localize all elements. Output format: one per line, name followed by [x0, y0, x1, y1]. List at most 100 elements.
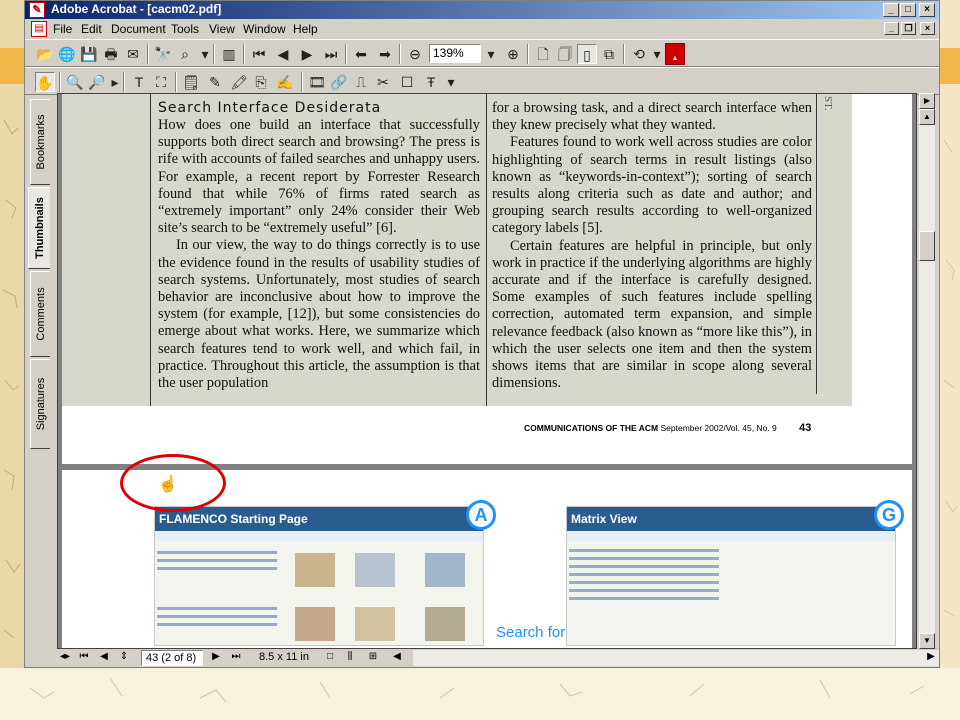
- menu-view[interactable]: View: [209, 22, 235, 36]
- link-tool-icon[interactable]: 🔗: [329, 72, 349, 92]
- zoom-out-tool-icon[interactable]: 🔎: [87, 72, 107, 92]
- last-page-icon[interactable]: ⏭: [321, 44, 341, 64]
- flamenco-screenshot: FLAMENCO Starting Page: [154, 506, 484, 646]
- fit-width-icon[interactable]: ▯: [577, 44, 597, 64]
- menu-help[interactable]: Help: [293, 22, 318, 36]
- desktop-pattern-right: [943, 139, 958, 617]
- zoom-level-field[interactable]: 139%: [429, 44, 481, 63]
- first-page-icon[interactable]: ⏮: [249, 44, 269, 64]
- minimize-button[interactable]: _: [883, 3, 899, 17]
- tab-signatures[interactable]: Signatures: [30, 359, 50, 449]
- rotate-view-icon[interactable]: ⟲: [629, 44, 649, 64]
- zoom-dropdown-icon[interactable]: ▾: [481, 44, 501, 64]
- status-next-page-icon[interactable]: ▶: [209, 650, 223, 666]
- continuous-page-icon[interactable]: ⫼: [343, 650, 357, 666]
- tab-thumbnails[interactable]: Thumbnails: [28, 187, 50, 269]
- rotate-dropdown-icon[interactable]: ▾: [647, 44, 667, 64]
- zoom-in-tool-icon[interactable]: 🔍: [65, 72, 85, 92]
- graphics-select-tool-icon[interactable]: ⛶: [151, 72, 171, 92]
- hand-tool-icon[interactable]: ✋: [35, 72, 55, 92]
- figure-caption: Search for: [496, 624, 566, 641]
- next-page-icon[interactable]: ▶: [297, 44, 317, 64]
- menu-bar: ▤ File Edit Document Tools View Window H…: [25, 19, 939, 39]
- status-zoom-icon[interactable]: ⇕: [117, 650, 131, 666]
- go-forward-icon[interactable]: ➡: [375, 44, 395, 64]
- single-page-icon[interactable]: □: [323, 650, 337, 666]
- paragraph: How does one build an interface that suc…: [158, 117, 480, 237]
- menu-edit[interactable]: Edit: [81, 22, 102, 36]
- open-icon[interactable]: 📂: [35, 44, 55, 64]
- status-first-page-icon[interactable]: ⏮: [77, 650, 91, 666]
- zoom-in-icon[interactable]: ⊕: [503, 44, 523, 64]
- page-size-readout: 8.5 x 11 in: [259, 651, 309, 663]
- highlight-tool-icon[interactable]: 🖍: [229, 72, 249, 92]
- save-icon[interactable]: 💾: [79, 44, 99, 64]
- figure-badge-g: G: [874, 500, 904, 530]
- scroll-down-arrow-icon[interactable]: ▼: [919, 633, 935, 649]
- web-capture-icon[interactable]: 🌐: [57, 44, 77, 64]
- article-tool-icon[interactable]: ⎍: [351, 72, 371, 92]
- continuous-facing-icon[interactable]: ⊞: [365, 650, 381, 666]
- menu-file[interactable]: File: [53, 22, 72, 36]
- adobe-logo-icon[interactable]: ▲: [665, 43, 685, 65]
- acrobat-app-icon[interactable]: ✎: [29, 2, 45, 18]
- page-number-field[interactable]: 43 (2 of 8): [141, 650, 203, 666]
- menu-window[interactable]: Window: [243, 22, 286, 36]
- document-icon[interactable]: ▤: [31, 21, 47, 37]
- scroll-up-arrow-icon[interactable]: ▲: [919, 109, 935, 125]
- note-tool-icon[interactable]: 🗒: [181, 72, 201, 92]
- fit-visible-icon[interactable]: ⧉: [599, 44, 619, 64]
- search-icon[interactable]: ⌕: [175, 44, 195, 64]
- dropdown-arrow-icon[interactable]: ▾: [195, 44, 215, 64]
- previous-page-icon[interactable]: ◀: [273, 44, 293, 64]
- find-icon[interactable]: 🔭: [153, 44, 173, 64]
- actual-size-icon[interactable]: 🗋: [533, 44, 553, 64]
- maximize-button[interactable]: □: [900, 3, 916, 17]
- split-toggle-icon[interactable]: ◂▸: [57, 650, 73, 666]
- matrix-view-screenshot: Matrix View: [566, 506, 896, 646]
- email-icon[interactable]: ✉: [123, 44, 143, 64]
- hand-cursor-icon: ☝: [158, 476, 178, 493]
- crop-tool-icon[interactable]: ✂: [373, 72, 393, 92]
- document-restore-button[interactable]: ❐: [901, 22, 916, 35]
- zoom-out-icon[interactable]: ⊖: [405, 44, 425, 64]
- scroll-left-arrow-icon[interactable]: ◀: [389, 650, 405, 666]
- scroll-right-arrow-icon[interactable]: ▶: [919, 93, 935, 109]
- digital-signature-icon[interactable]: ✍: [275, 72, 295, 92]
- status-last-page-icon[interactable]: ⏭: [229, 650, 243, 666]
- document-minimize-button[interactable]: _: [884, 22, 899, 35]
- status-previous-page-icon[interactable]: ◀: [97, 650, 111, 666]
- article-column-left: Search Interface Desiderata How does one…: [158, 100, 480, 392]
- pencil-tool-icon[interactable]: ✎: [205, 72, 225, 92]
- zoom-tool-dropdown-icon[interactable]: ▸: [105, 72, 125, 92]
- text-select-tool-icon[interactable]: T: [129, 72, 149, 92]
- figure-badge-a: A: [466, 500, 496, 530]
- touchup-text-tool-icon[interactable]: Ŧ: [421, 72, 441, 92]
- pdf-page-44: FLAMENCO Starting Page A Matrix View G S…: [62, 470, 912, 648]
- footer-journal: COMMUNICATIONS OF THE ACM: [524, 423, 659, 433]
- print-icon[interactable]: 🖶: [101, 44, 121, 64]
- tab-bookmarks[interactable]: Bookmarks: [30, 99, 50, 185]
- document-view[interactable]: ST. Search Interface Desiderata How does…: [57, 93, 917, 649]
- scroll-right-end-arrow-icon[interactable]: ▶: [923, 650, 939, 666]
- paragraph: Certain features are helpful in principl…: [492, 237, 812, 392]
- markup-tool-icon[interactable]: ⎘: [251, 72, 271, 92]
- touchup-dropdown-icon[interactable]: ▾: [441, 72, 461, 92]
- movie-tool-icon[interactable]: 🎞: [307, 72, 327, 92]
- form-tool-icon[interactable]: ☐: [397, 72, 417, 92]
- scrollbar-thumb[interactable]: [919, 231, 935, 261]
- paragraph: In our view, the way to do things correc…: [158, 237, 480, 392]
- show-hide-navigation-icon[interactable]: ▥: [219, 44, 239, 64]
- document-close-button[interactable]: ×: [920, 22, 935, 35]
- tab-comments[interactable]: Comments: [30, 271, 50, 357]
- go-back-icon[interactable]: ⬅: [351, 44, 371, 64]
- menu-tools[interactable]: Tools: [171, 22, 199, 36]
- window-title: Adobe Acrobat - [cacm02.pdf]: [51, 2, 222, 16]
- fit-page-icon[interactable]: 🗍: [555, 44, 575, 64]
- close-button[interactable]: ×: [919, 3, 935, 17]
- menu-document[interactable]: Document: [111, 22, 166, 36]
- flamenco-screenshot-title: FLAMENCO Starting Page: [155, 507, 483, 531]
- acrobat-window: ✎ Adobe Acrobat - [cacm02.pdf] _ □ × ▤ F…: [24, 0, 940, 668]
- horizontal-scrollbar[interactable]: [413, 650, 939, 666]
- vertical-scrollbar[interactable]: ▶ ▲ ▼: [919, 93, 935, 649]
